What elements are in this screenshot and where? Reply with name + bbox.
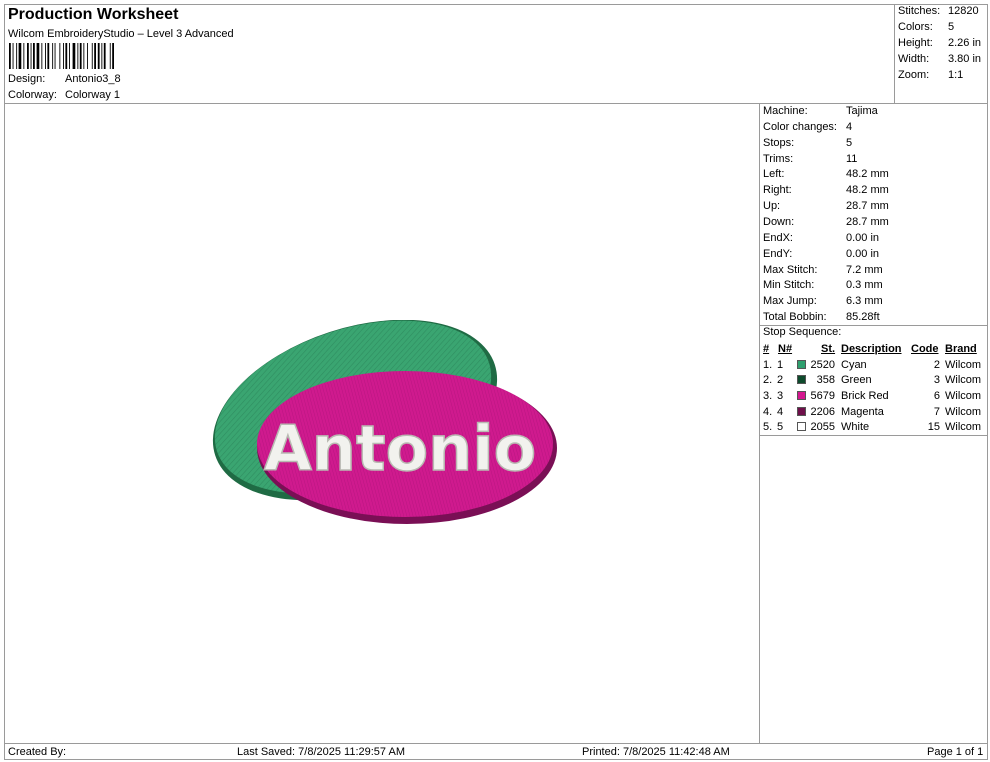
height-value: 2.26 in [948,37,982,49]
design-text: Antonio [264,412,536,485]
column-header-code: Code [911,343,939,355]
table-cell-description: Cyan [841,359,867,371]
table-cell-num: 1. [763,359,773,371]
table-cell-description: Magenta [841,406,884,418]
stat-value: 28.7 mm [846,200,889,212]
stat-label: Total Bobbin: [763,311,827,323]
column-header-num: # [763,343,770,355]
table-cell-num: 4. [763,406,773,418]
stat-label: Max Stitch: [763,264,818,276]
stat-value: 4 [846,121,853,133]
stat-label: EndX: [763,232,793,244]
software-name: Wilcom EmbroideryStudio – Level 3 Advanc… [8,28,234,40]
color-swatch [797,407,806,416]
stat-value: 48.2 mm [846,168,889,180]
table-cell-brand: Wilcom [945,421,982,433]
height-label: Height: [898,37,933,49]
table-cell-stitches: 358 [816,374,835,386]
stat-value: 48.2 mm [846,184,889,196]
color-swatch [797,422,806,431]
table-cell-num: 3. [763,390,773,402]
table-cell-num: 2. [763,374,773,386]
stat-label: Down: [763,216,795,228]
table-cell-stitches: 2520 [810,359,835,371]
stat-label: Min Stitch: [763,279,815,291]
table-cell-stitches: 2055 [810,421,835,433]
created-by: Created By: [8,746,67,758]
color-swatch [797,375,806,384]
table-cell-code: 2 [933,359,940,371]
stat-value: 5 [846,137,853,149]
colorway-value: Colorway 1 [65,89,121,101]
summary-divider [894,4,895,104]
stat-value: 11 [846,153,858,165]
panel-divider [759,103,760,744]
colors-label: Colors: [898,21,933,33]
table-cell-stitches: 2206 [810,406,835,418]
table-cell-brand: Wilcom [945,374,982,386]
table-cell-needle: 5 [777,421,784,433]
design-label: Design: [8,73,46,85]
color-swatch [797,360,806,369]
table-cell-code: 6 [933,390,940,402]
table-cell-description: Brick Red [841,390,889,402]
stat-value: Tajima [846,105,878,117]
stat-label: Right: [763,184,792,196]
last-saved: Last Saved: 7/8/2025 11:29:57 AM [237,746,405,758]
stat-value: 7.2 mm [846,264,883,276]
table-cell-stitches: 5679 [810,390,835,402]
stat-label: Color changes: [763,121,837,133]
table-cell-brand: Wilcom [945,390,982,402]
stat-label: Max Jump: [763,295,817,307]
page-title: Production Worksheet [8,6,179,23]
zoom-value: 1:1 [948,69,964,81]
footer-divider [4,743,988,744]
stat-value: 0.00 in [846,248,880,260]
stat-value: 0.3 mm [846,279,883,291]
table-cell-code: 15 [927,421,940,433]
stat-value: 28.7 mm [846,216,889,228]
design-value: Antonio3_8 [65,73,121,85]
column-header-brand: Brand [945,343,977,355]
stat-label: Stops: [763,137,795,149]
stat-label: EndY: [763,248,793,260]
table-cell-num: 5. [763,421,773,433]
colorway-label: Colorway: [8,89,57,101]
table-cell-needle: 2 [777,374,784,386]
table-cell-code: 3 [933,374,940,386]
stop-sequence-end-divider [759,435,988,436]
header-divider [4,103,988,104]
table-cell-needle: 4 [777,406,784,418]
stat-label: Machine: [763,105,808,117]
table-cell-code: 7 [933,406,940,418]
stat-label: Left: [763,168,785,180]
zoom-label: Zoom: [898,69,930,81]
table-cell-brand: Wilcom [945,406,982,418]
column-header-stitches: St. [821,343,836,355]
stat-value: 6.3 mm [846,295,883,307]
column-header-needle: N# [778,343,793,355]
printed-date: Printed: 7/8/2025 11:42:48 AM [582,746,730,758]
color-swatch [797,391,806,400]
table-cell-description: Green [841,374,872,386]
colors-value: 5 [948,21,955,33]
width-label: Width: [898,53,930,65]
stop-sequence-title: Stop Sequence: [763,326,842,338]
table-cell-needle: 3 [777,390,784,402]
table-cell-brand: Wilcom [945,359,982,371]
column-header-description: Description [841,343,902,355]
embroidery-design-preview: Antonio [212,320,557,524]
stat-value: 0.00 in [846,232,880,244]
table-cell-needle: 1 [777,359,784,371]
stat-label: Up: [763,200,781,212]
barcode-icon [9,43,114,69]
stat-label: Trims: [763,153,794,165]
width-value: 3.80 in [948,53,982,65]
stitches-label: Stitches: [898,5,941,17]
page-number: Page 1 of 1 [927,746,984,758]
table-cell-description: White [841,421,870,433]
stat-value: 85.28ft [846,311,880,323]
stitches-value: 12820 [948,5,979,17]
